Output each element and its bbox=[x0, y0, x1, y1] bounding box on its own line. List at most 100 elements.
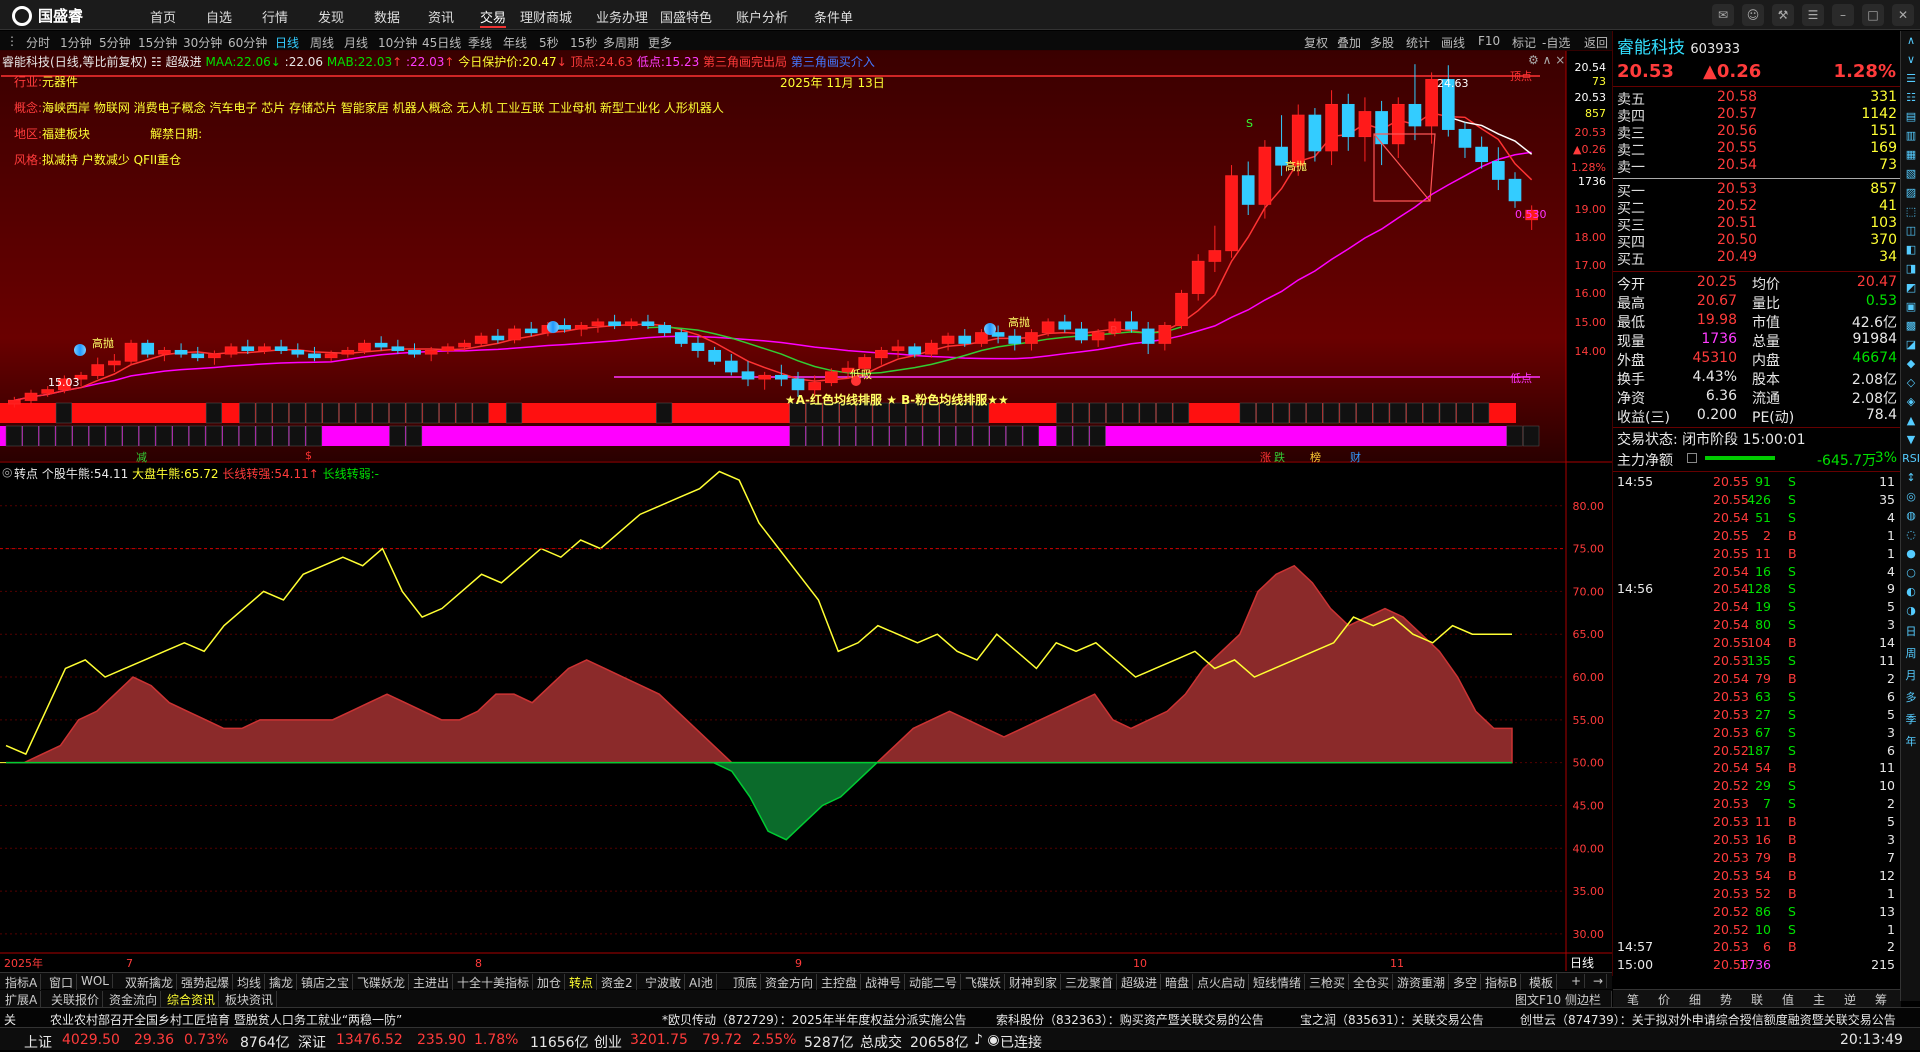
indicator-tab[interactable]: 超级进 bbox=[1118, 974, 1162, 991]
indicator-tab[interactable]: 模板 bbox=[1526, 974, 1558, 991]
indicator-tab[interactable]: 转点 bbox=[566, 974, 598, 991]
indicator-tab[interactable]: 双新擒龙 bbox=[122, 974, 178, 991]
side-tab[interactable]: 周 bbox=[1901, 642, 1920, 664]
side-tab[interactable]: ◫ bbox=[1901, 221, 1920, 240]
side-tab[interactable]: ⬚ bbox=[1901, 202, 1920, 221]
side-tab[interactable]: ▼ bbox=[1901, 430, 1920, 449]
ticker-item[interactable]: 创世云（874739）：关于拟对外申请综合授信额度融资暨关联交易公告 bbox=[1520, 1011, 1896, 1028]
sub-tab[interactable]: 板块资讯 bbox=[222, 991, 278, 1008]
indicator-tab[interactable]: 均线 bbox=[234, 974, 266, 991]
settings-icon[interactable]: ☰ bbox=[1802, 4, 1824, 26]
chart-tool-button[interactable]: F10 bbox=[1478, 34, 1500, 48]
quote-tab[interactable]: 笔 bbox=[1627, 991, 1639, 1008]
sell-row[interactable]: 卖二 20.55 169 bbox=[1617, 140, 1897, 159]
indicator-tab[interactable]: 指标A bbox=[2, 974, 42, 991]
indicator-tab[interactable]: 擒龙 bbox=[266, 974, 298, 991]
side-tab[interactable]: ◧ bbox=[1901, 240, 1920, 259]
indicator-tab[interactable]: 游资重潮 bbox=[1394, 974, 1450, 991]
nav-item[interactable]: 交易 bbox=[480, 7, 507, 28]
indicator-tab[interactable]: 十全十美指标 bbox=[454, 974, 534, 991]
chart-tool-button[interactable]: -自选 bbox=[1542, 34, 1570, 51]
side-tab[interactable]: ○ bbox=[1901, 563, 1920, 582]
quote-tab[interactable]: 值 bbox=[1782, 991, 1794, 1008]
sz-label[interactable]: 深证 bbox=[298, 1032, 326, 1052]
sell-row[interactable]: 卖一 20.54 73 bbox=[1617, 157, 1897, 176]
chart-area[interactable]: 20.54 73 20.53 857 20.53 ▲0.26 1.28% 1736 19.00 1… bbox=[0, 51, 1612, 971]
period-tab[interactable]: 多周期 bbox=[603, 34, 639, 51]
indicator-tab[interactable]: 短线情绪 bbox=[1250, 974, 1306, 991]
sell-row[interactable]: 卖三 20.56 151 bbox=[1617, 123, 1897, 142]
chart-tool-button[interactable]: 返回 bbox=[1584, 34, 1608, 51]
side-tab[interactable]: 年 bbox=[1901, 730, 1920, 752]
side-tab[interactable]: ▨ bbox=[1901, 183, 1920, 202]
indicator-tab[interactable]: 镇店之宝 bbox=[298, 974, 354, 991]
indicator-tab[interactable]: 财神到家 bbox=[1006, 974, 1062, 991]
side-tab[interactable]: ◨ bbox=[1901, 259, 1920, 278]
close-icon[interactable]: × bbox=[1555, 53, 1565, 67]
buy-row[interactable]: 买五 20.49 34 bbox=[1617, 249, 1897, 268]
indicator-tab[interactable]: 主进出 bbox=[410, 974, 454, 991]
nav-item[interactable]: 行情 bbox=[262, 7, 288, 26]
ticker-item[interactable]: 农业农村部召开全国乡村工匠培育 暨脱贫人口务工就业“两稳一防” bbox=[50, 1011, 402, 1028]
side-tab[interactable]: ☷ bbox=[1901, 88, 1920, 107]
period-tab[interactable]: 周线 bbox=[310, 34, 334, 51]
indicator-tab[interactable]: 顶底 bbox=[730, 974, 762, 991]
sync-icon[interactable]: ☷ bbox=[151, 55, 162, 69]
tab-add-icon[interactable]: + bbox=[1568, 974, 1586, 988]
indicator-tab[interactable]: 强势起爆 bbox=[178, 974, 234, 991]
chart-tool-button[interactable]: 多股 bbox=[1370, 34, 1394, 51]
nav-item[interactable]: 理财商城 bbox=[520, 7, 572, 26]
buy-row[interactable]: 买一 20.53 857 bbox=[1617, 181, 1897, 200]
side-tab[interactable]: ▦ bbox=[1901, 145, 1920, 164]
period-tab[interactable]: 30分钟 bbox=[183, 34, 222, 51]
indicator-tab[interactable]: 飞碟妖 bbox=[962, 974, 1006, 991]
buy-row[interactable]: 买二 20.52 41 bbox=[1617, 198, 1897, 217]
period-tab[interactable]: 60分钟 bbox=[228, 34, 267, 51]
side-tab[interactable]: ▣ bbox=[1901, 297, 1920, 316]
chart-tool-button[interactable]: 叠加 bbox=[1337, 34, 1361, 51]
minimize-icon[interactable]: – bbox=[1832, 4, 1854, 26]
period-tab[interactable]: 年线 bbox=[503, 34, 527, 51]
indicator-tab[interactable]: 指标B bbox=[1482, 974, 1522, 991]
side-tab[interactable]: ◎ bbox=[1901, 487, 1920, 506]
quote-tab[interactable]: 细 bbox=[1689, 991, 1701, 1008]
stock-name[interactable]: 睿能科技 bbox=[2, 55, 50, 69]
period-tab[interactable]: 1分钟 bbox=[60, 34, 92, 51]
indicator-tab[interactable]: 加仓 bbox=[534, 974, 566, 991]
indicator-tab[interactable]: 主控盘 bbox=[818, 974, 862, 991]
nav-item[interactable]: 发现 bbox=[318, 7, 344, 26]
period-tab[interactable]: 日线 bbox=[275, 34, 299, 51]
cy-label[interactable]: 创业 bbox=[594, 1032, 622, 1052]
indicator-tab[interactable]: 窗口 bbox=[46, 974, 78, 991]
period-tab[interactable]: 10分钟 bbox=[378, 34, 417, 51]
sub-tab[interactable]: 综合资讯 bbox=[164, 991, 220, 1008]
nav-item[interactable]: 国盛特色 bbox=[660, 7, 712, 26]
chat-icon[interactable]: ☺ bbox=[1742, 4, 1764, 26]
chart-tool-button[interactable]: 画线 bbox=[1441, 34, 1465, 51]
chart-svg[interactable]: 20.5473 20.53 857 20.53 ▲0.26 1.28%1736 19.00 1… bbox=[0, 51, 1612, 972]
side-tab[interactable]: 日 bbox=[1901, 620, 1920, 642]
side-tab[interactable]: ◐ bbox=[1901, 582, 1920, 601]
period-tab[interactable]: 15秒 bbox=[570, 34, 597, 51]
side-tab[interactable]: 月 bbox=[1901, 664, 1920, 686]
quote-tab[interactable]: 势 bbox=[1720, 991, 1732, 1008]
indicator-title[interactable]: 转点 bbox=[14, 467, 38, 481]
maximize-icon[interactable]: □ bbox=[1862, 4, 1884, 26]
period-tab[interactable]: 5秒 bbox=[539, 34, 559, 51]
nav-item[interactable]: 条件单 bbox=[814, 7, 853, 26]
sub-tab[interactable]: 扩展A bbox=[2, 991, 42, 1008]
side-tab[interactable]: ◇ bbox=[1901, 373, 1920, 392]
sub-tab[interactable]: 资金流向 bbox=[106, 991, 162, 1008]
indicator-tab[interactable]: 全仓买 bbox=[1350, 974, 1394, 991]
settings-icon[interactable]: ⚙ bbox=[1528, 53, 1539, 67]
side-tab[interactable]: ▲ bbox=[1901, 411, 1920, 430]
indicator-tab[interactable]: 战神号 bbox=[862, 974, 906, 991]
indicator-tab[interactable]: 资金2 bbox=[598, 974, 637, 991]
quote-stock-name[interactable]: 睿能科技 bbox=[1617, 38, 1685, 58]
bell-icon[interactable]: ♪ bbox=[974, 1032, 983, 1048]
indicator-tab[interactable]: 多空 bbox=[1450, 974, 1482, 991]
chart-tool-button[interactable]: 标记 bbox=[1512, 34, 1536, 51]
broadcast-icon[interactable]: ◉ bbox=[987, 1032, 999, 1048]
period-tab[interactable]: 5分钟 bbox=[99, 34, 131, 51]
chart-tool-button[interactable]: 复权 bbox=[1304, 34, 1328, 51]
